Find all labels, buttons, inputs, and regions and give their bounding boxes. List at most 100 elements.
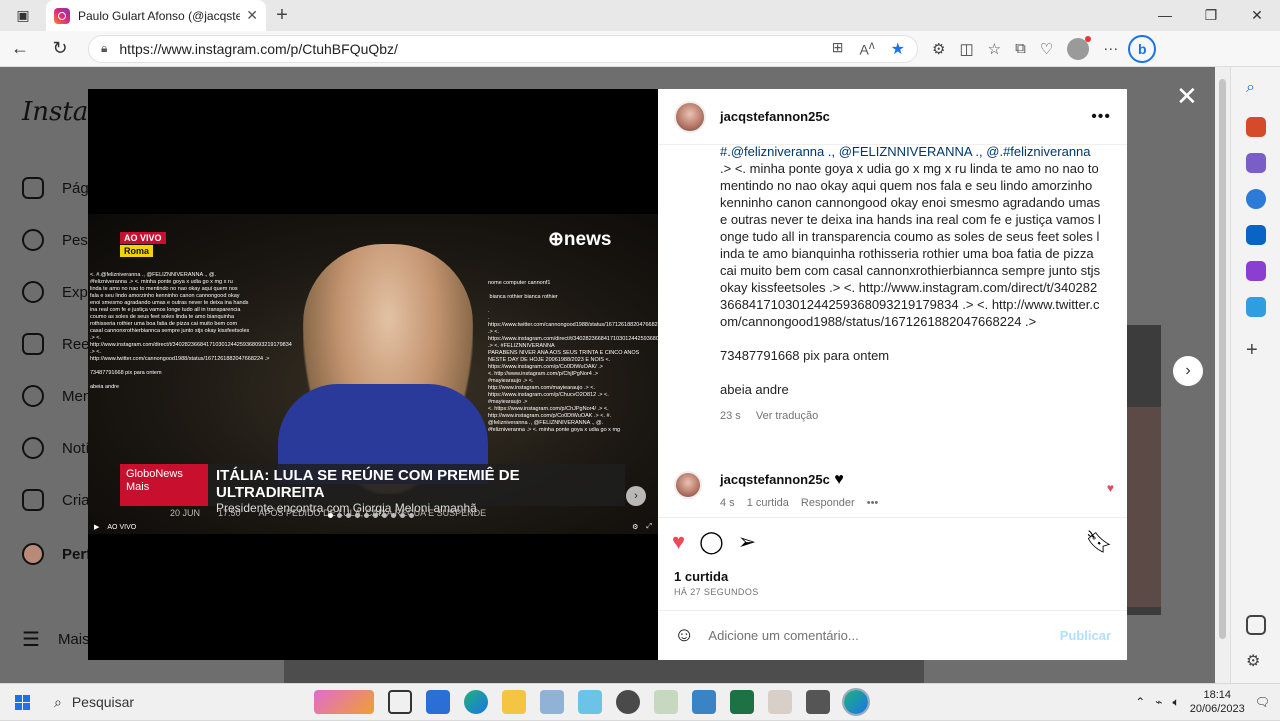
caption-mentions[interactable]: #.@felizniveranna ., @FELIZNNIVERANNA .,… (720, 144, 1091, 159)
more-options-icon[interactable]: ••• (1091, 108, 1111, 126)
publish-button[interactable]: Publicar (1060, 628, 1111, 643)
maximize-icon[interactable]: ❐ (1188, 7, 1234, 24)
store-icon[interactable] (426, 690, 450, 714)
start-button[interactable] (0, 694, 44, 710)
close-icon[interactable]: ✕ (1176, 81, 1198, 112)
comment-input[interactable]: Adicione um comentário... (708, 628, 858, 643)
home-icon (22, 177, 44, 199)
favorites-icon[interactable]: ☆ (988, 40, 1001, 58)
sidebar-item-reels[interactable]: Reel (22, 333, 93, 355)
favorite-star-icon[interactable]: ★ (891, 39, 905, 59)
likes-count[interactable]: 1 curtida (674, 569, 728, 584)
sidebar-toggle-icon[interactable] (1246, 615, 1266, 635)
chevron-up-icon[interactable]: ⌃ (1135, 695, 1145, 709)
whatsapp-icon[interactable] (616, 690, 640, 714)
clock[interactable]: 18:14 20/06/2023 (1190, 688, 1245, 716)
browser-essentials-icon[interactable]: ♡ (1040, 40, 1053, 58)
play-icon[interactable]: ▶ (94, 523, 99, 531)
profile-avatar[interactable] (1067, 35, 1092, 60)
sidebar-item-explore[interactable]: Expl (22, 281, 91, 303)
tab-title: Paulo Gulart Afonso (@jacqstefa (78, 8, 241, 23)
sidebar-item-create[interactable]: Cria (22, 489, 90, 511)
volume-icon[interactable]: 🔈︎ (1173, 695, 1180, 710)
url-field[interactable]: 🔒︎ https://www.instagram.com/p/CtuhBFQuQ… (88, 34, 918, 63)
send-icon[interactable] (1246, 297, 1266, 317)
user-avatar[interactable] (674, 100, 706, 133)
settings-icon[interactable]: ⚙ (632, 523, 638, 531)
see-translation-link[interactable]: Ver tradução (756, 410, 818, 422)
app-available-icon[interactable]: ⊞ (832, 39, 844, 59)
excel-icon[interactable] (730, 690, 754, 714)
edge-active-icon[interactable] (842, 688, 870, 716)
carousel-dot (364, 513, 369, 518)
reply-button[interactable]: Responder (801, 497, 855, 509)
tab-actions-icon[interactable]: ▣ (0, 0, 46, 31)
task-view-icon[interactable] (388, 690, 412, 714)
comment-options-icon[interactable]: ••• (867, 497, 879, 509)
like-heart-icon[interactable]: ♥ (672, 529, 685, 555)
file-explorer-icon[interactable] (502, 690, 526, 714)
lock-icon[interactable]: 🔒︎ (101, 41, 107, 56)
app-icon[interactable] (768, 690, 792, 714)
comment-username[interactable]: jacqstefannon25c (720, 472, 830, 487)
network-icon[interactable]: ⌁ (1155, 695, 1162, 709)
settings-more-icon[interactable]: ··· (1103, 40, 1118, 57)
comment-time: 4 s (720, 497, 735, 509)
comment-bubble-icon[interactable]: ◯ (699, 529, 724, 555)
profile-avatar (22, 543, 44, 565)
comment-like-heart-icon[interactable]: ♥ (1107, 481, 1114, 495)
tools-icon[interactable] (1246, 153, 1266, 173)
games-icon[interactable] (1246, 189, 1266, 209)
extensions-icon[interactable]: ⚙ (932, 40, 945, 58)
app-icon[interactable] (540, 690, 564, 714)
back-icon[interactable]: ← (0, 38, 40, 59)
media-next-chevron-icon[interactable]: › (626, 486, 646, 506)
post-media[interactable]: AO VIVO Roma ⊕news <. #.@felizniveranna … (88, 89, 658, 660)
bookmark-icon[interactable]: 🔖︎ (1085, 529, 1113, 555)
search-icon[interactable]: ⌕ (1246, 79, 1266, 99)
sidebar-item-home[interactable]: Pági (22, 177, 92, 199)
gear-icon[interactable]: ⚙ (1246, 651, 1266, 671)
ticker-time: 17:50 (218, 508, 241, 518)
designer-icon[interactable] (1246, 261, 1266, 281)
next-post-chevron-icon[interactable]: › (1173, 356, 1203, 386)
collections-icon[interactable]: ⧉ (1015, 40, 1026, 57)
comment-likes[interactable]: 1 curtida (747, 497, 789, 509)
add-icon[interactable]: + (1246, 339, 1266, 361)
new-tab-button[interactable]: + (266, 4, 298, 27)
read-aloud-icon[interactable]: Aʌ (859, 39, 874, 59)
carousel-dot (391, 513, 396, 518)
share-send-icon[interactable]: ➢ (738, 529, 756, 555)
sidebar-label: Perf (62, 545, 92, 563)
sidebar-item-search[interactable]: Pesq (22, 229, 96, 251)
comment: jacqstefannon25c ♥ 4 s 1 curtida Respond… (674, 471, 1114, 509)
app-icon[interactable] (806, 690, 830, 714)
fullscreen-icon[interactable]: ⤢ (646, 523, 652, 531)
window-close-icon[interactable]: ✕ (1234, 7, 1280, 24)
scrollbar-thumb[interactable] (1219, 79, 1226, 639)
news-video-frame[interactable]: AO VIVO Roma ⊕news <. #.@felizniveranna … (88, 214, 658, 534)
minimize-icon[interactable]: — (1142, 7, 1188, 24)
browser-tab[interactable]: Paulo Gulart Afonso (@jacqstefa ✕ (46, 0, 266, 31)
tab-close-icon[interactable]: ✕ (246, 7, 258, 24)
notification-icon[interactable]: 🗨︎ (1255, 695, 1270, 709)
app-icon[interactable] (578, 690, 602, 714)
url-text: https://www.instagram.com/p/CtuhBFQuQbz/ (119, 40, 398, 57)
page-scrollbar[interactable] (1215, 67, 1230, 683)
sidebar-item-notifications[interactable]: Notí (22, 437, 90, 459)
split-screen-icon[interactable]: ◫ (959, 40, 973, 58)
shopping-icon[interactable] (1246, 117, 1266, 137)
sidebar-item-more[interactable]: ☰ Mais (22, 627, 90, 652)
bing-copilot-icon[interactable]: b (1128, 34, 1157, 63)
post-username[interactable]: jacqstefannon25c (720, 109, 830, 124)
sidebar-item-messages[interactable]: Men (22, 385, 91, 407)
taskbar-search[interactable]: ⌕ Pesquisar (44, 684, 294, 721)
refresh-icon[interactable]: ↻ (40, 38, 80, 59)
outlook-icon[interactable] (1246, 225, 1266, 245)
comment-avatar[interactable] (674, 471, 702, 499)
edge-icon[interactable] (464, 690, 488, 714)
app-icon[interactable] (692, 690, 716, 714)
app-icon[interactable] (654, 690, 678, 714)
sidebar-item-profile[interactable]: Perf (22, 543, 91, 565)
emoji-icon[interactable]: ☺ (674, 624, 694, 647)
